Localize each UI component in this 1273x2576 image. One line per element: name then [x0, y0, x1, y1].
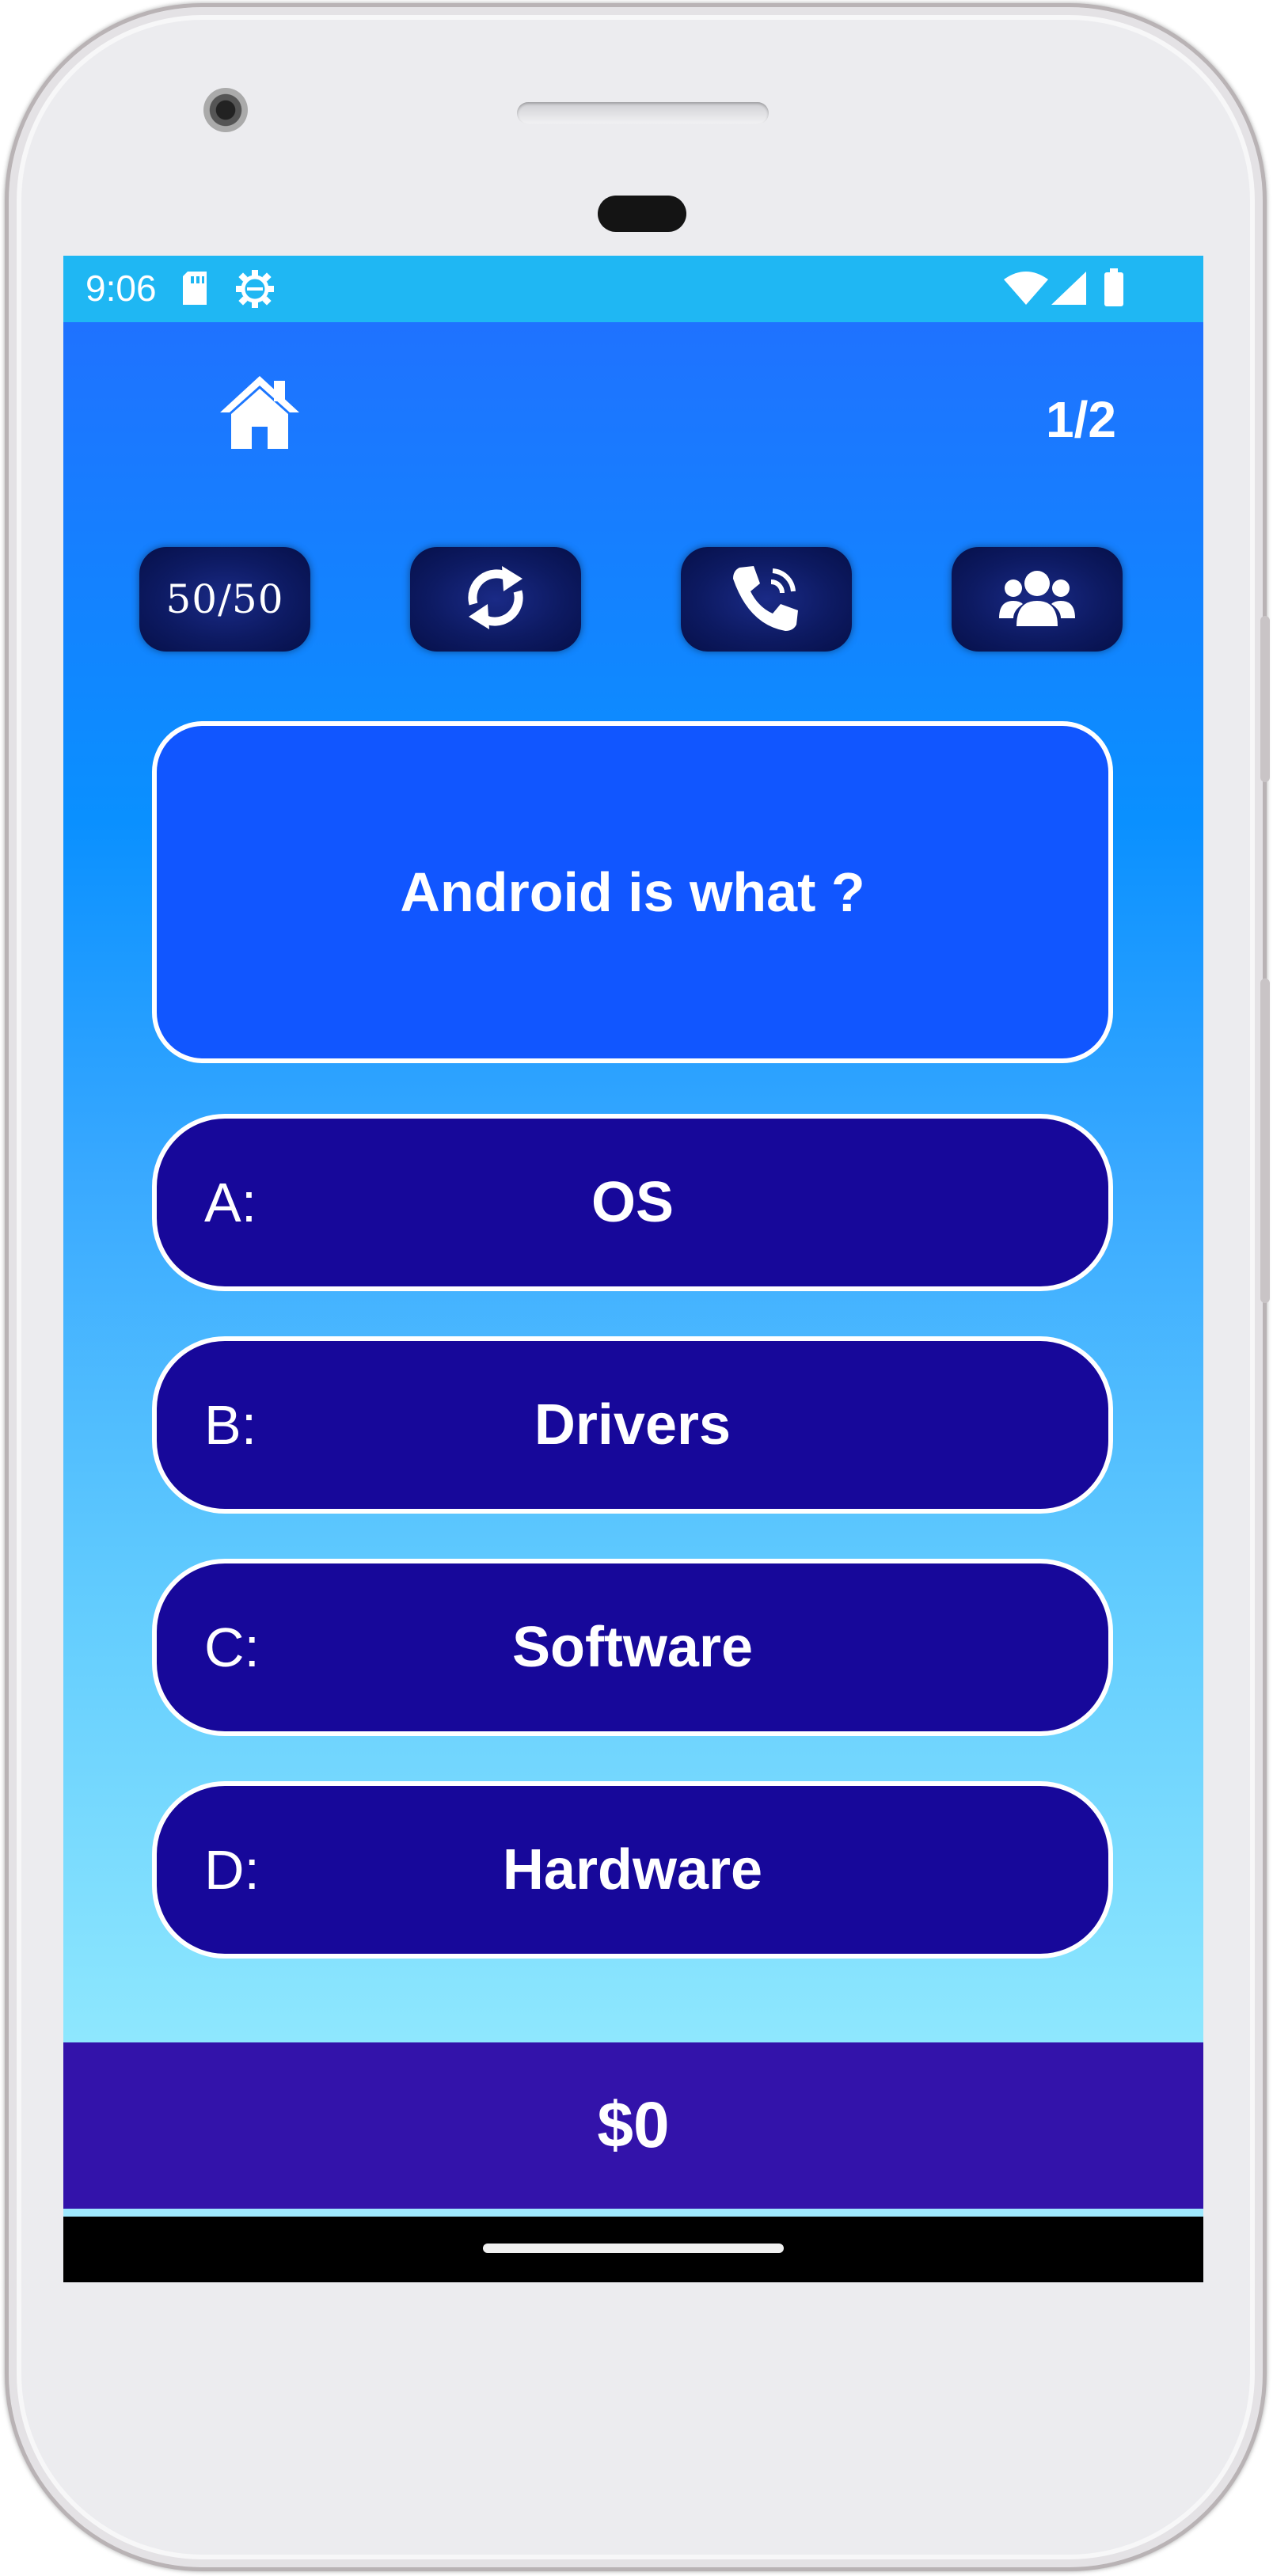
home-gesture-handle[interactable]	[483, 2244, 784, 2253]
sd-card-icon	[180, 270, 210, 310]
volume-button	[1260, 616, 1270, 782]
swap-question-icon	[462, 561, 529, 638]
power-button	[1260, 978, 1270, 1303]
answer-option-c[interactable]: C: Software	[152, 1559, 1113, 1736]
answer-text: OS	[591, 1171, 674, 1234]
screen-divider	[63, 2209, 1203, 2217]
score-bar: $0	[63, 2042, 1203, 2209]
screen: 9:06 1/2 50/50 Android is what ? A: OS B…	[63, 256, 1203, 2282]
battery-icon	[1104, 268, 1124, 310]
answer-text: Software	[511, 1616, 754, 1679]
wifi-icon	[1004, 272, 1048, 309]
status-bar: 9:06	[63, 256, 1203, 322]
earpiece	[598, 196, 686, 232]
settings-gear-icon	[234, 268, 276, 313]
speaker-grille	[517, 102, 769, 124]
quiz-screen: 1/2 50/50 Android is what ? A: OS B: Dri…	[63, 322, 1203, 2101]
fifty-fifty-label: 50/50	[165, 576, 284, 622]
audience-icon	[999, 566, 1075, 633]
answer-option-b[interactable]: B: Drivers	[152, 1336, 1113, 1514]
status-time: 9:06	[86, 268, 157, 309]
home-button[interactable]	[218, 371, 301, 454]
phone-a-friend-lifeline-button[interactable]	[681, 547, 852, 652]
fifty-fifty-lifeline-button[interactable]: 50/50	[139, 547, 310, 652]
home-icon	[218, 376, 301, 457]
front-camera	[203, 88, 248, 132]
question-card: Android is what ?	[152, 721, 1113, 1063]
swap-question-lifeline-button[interactable]	[410, 547, 581, 652]
answer-text: Hardware	[502, 1838, 763, 1902]
signal-icon	[1051, 272, 1086, 309]
navigation-bar	[63, 2217, 1203, 2282]
phone-call-icon	[730, 561, 803, 638]
question-text: Android is what ?	[400, 861, 865, 923]
question-progress: 1/2	[1046, 391, 1116, 448]
score-value: $0	[597, 2089, 670, 2161]
answer-text: Drivers	[534, 1393, 732, 1457]
answer-option-a[interactable]: A: OS	[152, 1114, 1113, 1291]
answer-option-d[interactable]: D: Hardware	[152, 1781, 1113, 1959]
ask-audience-lifeline-button[interactable]	[952, 547, 1123, 652]
